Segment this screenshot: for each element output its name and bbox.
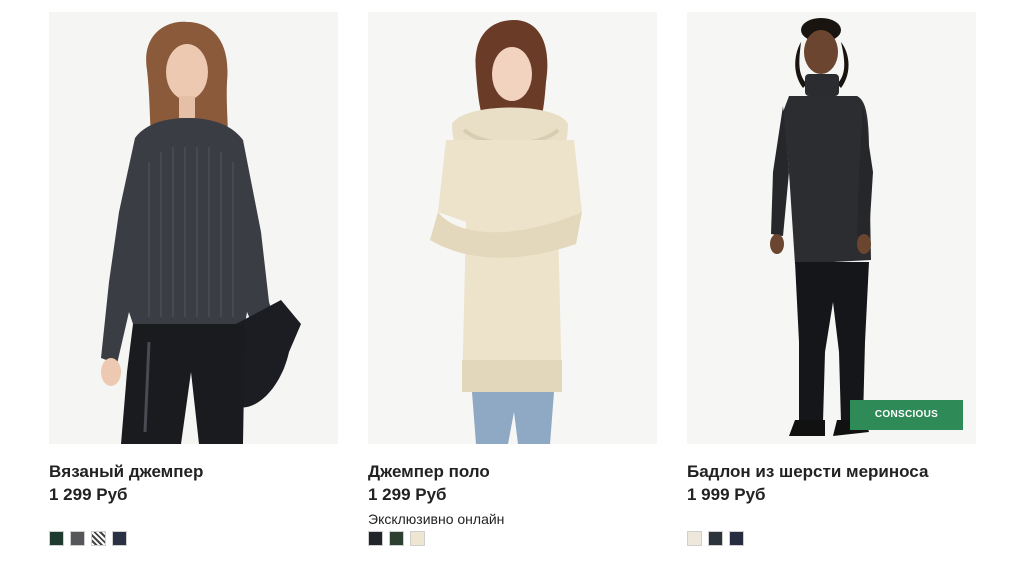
product-image-1[interactable]: [49, 12, 338, 444]
swatch-beige[interactable]: [687, 531, 702, 546]
product-price: 1 999 Руб: [687, 485, 766, 504]
product-image-3[interactable]: CONSCIOUS: [687, 12, 976, 444]
color-swatches: [49, 531, 127, 546]
swatch-grey[interactable]: [70, 531, 85, 546]
swatch-cream[interactable]: [410, 531, 425, 546]
swatch-dark-green[interactable]: [49, 531, 64, 546]
product-name[interactable]: Вязаный джемпер: [49, 461, 338, 483]
product-card-1: Вязаный джемпер 1 299 Руб: [49, 12, 338, 546]
product-image-2[interactable]: [368, 12, 657, 444]
swatch-black[interactable]: [368, 531, 383, 546]
product-price: 1 299 Руб: [368, 485, 447, 504]
conscious-badge: CONSCIOUS: [850, 400, 963, 430]
swatch-dark-grey[interactable]: [708, 531, 723, 546]
swatch-navy[interactable]: [729, 531, 744, 546]
color-swatches: [687, 531, 744, 546]
product-card-3: CONSCIOUS Бадлон из шерсти мериноса 1 99…: [687, 12, 976, 546]
product-name[interactable]: Джемпер поло: [368, 461, 657, 483]
online-exclusive-label: Эксклюзивно онлайн: [368, 511, 505, 527]
swatch-pattern[interactable]: [91, 531, 106, 546]
swatch-navy[interactable]: [112, 531, 127, 546]
product-name[interactable]: Бадлон из шерсти мериноса: [687, 461, 976, 483]
swatch-dark-green[interactable]: [389, 531, 404, 546]
product-card-2: Джемпер поло 1 299 Руб Эксклюзивно онлай…: [368, 12, 657, 546]
color-swatches: [368, 531, 425, 546]
product-price: 1 299 Руб: [49, 485, 128, 504]
